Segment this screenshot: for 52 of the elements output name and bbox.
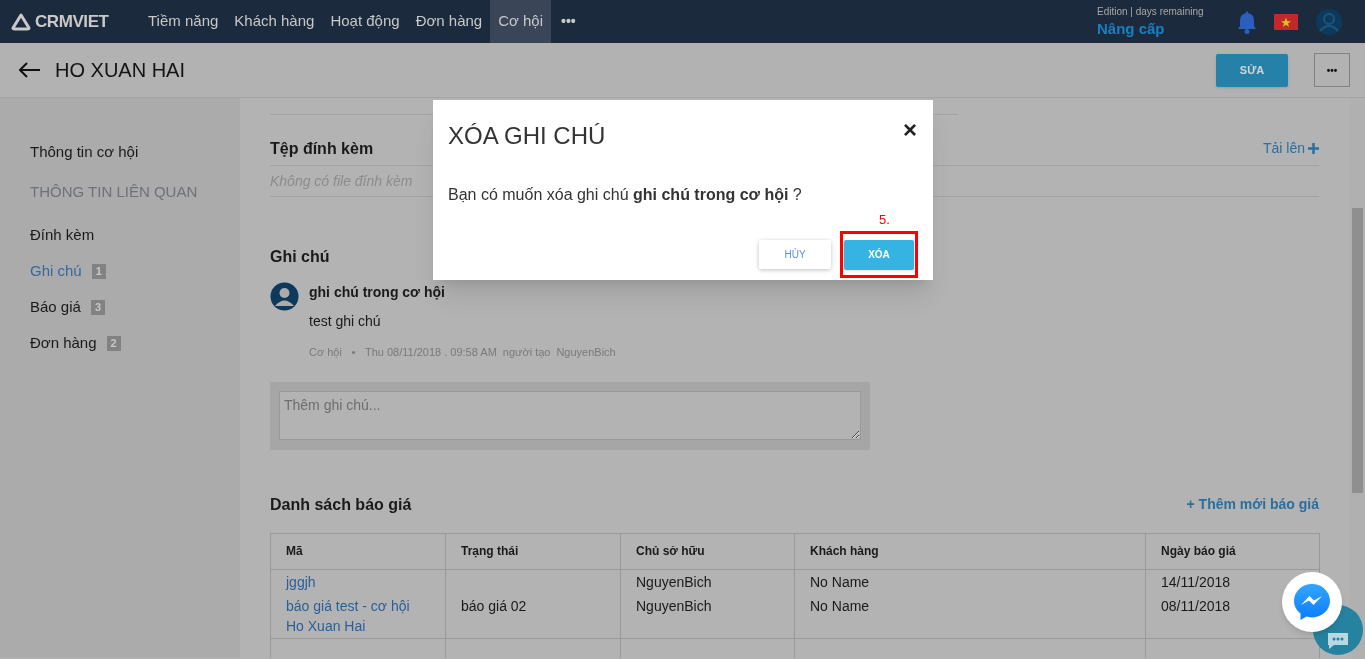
note-title: ghi chú trong cơ hội — [309, 283, 446, 302]
plus-icon — [1308, 143, 1319, 155]
section-title: Tệp đính kèm — [270, 138, 374, 159]
more-button[interactable]: ••• — [1314, 53, 1350, 87]
column-header: Ngày báo giá — [1145, 533, 1320, 569]
column-header: Trạng thái — [445, 533, 621, 569]
step-annotation: 5. — [879, 211, 890, 229]
back-arrow-icon[interactable] — [19, 62, 41, 78]
edition-label: Edition | days remaining — [1097, 4, 1205, 19]
nav-link[interactable]: Khách hàng — [226, 0, 323, 43]
nav-link[interactable]: Hoạt động — [322, 0, 408, 43]
more-menu[interactable]: ••• — [551, 11, 586, 32]
count-badge: 1 — [91, 263, 106, 279]
sidebar-link[interactable]: Thông tin cơ hội — [30, 140, 139, 164]
nav-link[interactable]: Tiềm năng — [140, 0, 227, 43]
messenger-icon[interactable] — [1282, 572, 1342, 632]
table-cell-text: 14/11/2018 — [1161, 572, 1232, 592]
bell-icon[interactable] — [1237, 9, 1257, 34]
count-badge: 2 — [106, 335, 121, 351]
section-title: Ghi chú — [270, 247, 330, 267]
column-header: Chủ sở hữu — [620, 533, 795, 569]
chat-bubble-icon[interactable] — [1326, 631, 1350, 651]
table-cell-text: NguyenBich — [636, 596, 713, 616]
logo-text: CRMVIET — [35, 10, 109, 33]
logo-icon — [11, 12, 31, 31]
table-cell-text: báo giá 02 — [461, 596, 528, 616]
sidebar-link[interactable]: Đơn hàng — [30, 331, 97, 355]
table-cell-text: 08/11/2018 — [1161, 596, 1232, 616]
column-header: Khách hàng — [794, 533, 1146, 569]
note-input-panel: Thêm ghi chú... — [270, 381, 870, 450]
section-title: Danh sách báo giá — [270, 494, 412, 515]
flag-icon[interactable] — [1274, 13, 1298, 30]
table-cell-text: No Name — [810, 596, 871, 616]
nav-link[interactable]: Đơn hàng — [407, 0, 491, 43]
user-avatar-icon[interactable] — [1315, 7, 1343, 36]
nav-link[interactable]: Cơ hội — [490, 0, 552, 43]
table-cell-text: NguyenBich — [636, 572, 713, 592]
section-heading: THÔNG TIN LIÊN QUAN — [30, 181, 198, 202]
table-cell-text: No Name — [810, 572, 871, 592]
note-time: Thu 08/11/2018 . 09:58 AM — [364, 345, 497, 360]
dialog-title: XÓA GHI CHÚ — [448, 121, 606, 151]
record-title: HO XUAN HAI — [55, 58, 186, 83]
user-avatar-icon — [270, 282, 299, 311]
note-body: test ghi chú — [309, 312, 382, 331]
author-name: NguyenBich — [556, 345, 616, 360]
author-label: người tạo — [502, 345, 551, 360]
sidebar-link[interactable]: Báo giá — [30, 295, 81, 319]
dialog-message: Bạn có muốn xóa ghi chú ghi chú trong cơ hội ? — [447, 185, 803, 205]
close-button[interactable]: × — [903, 120, 917, 140]
sidebar-link[interactable]: Đính kèm — [30, 223, 95, 247]
count-badge: 3 — [90, 299, 105, 315]
column-header: Mã — [270, 533, 446, 569]
